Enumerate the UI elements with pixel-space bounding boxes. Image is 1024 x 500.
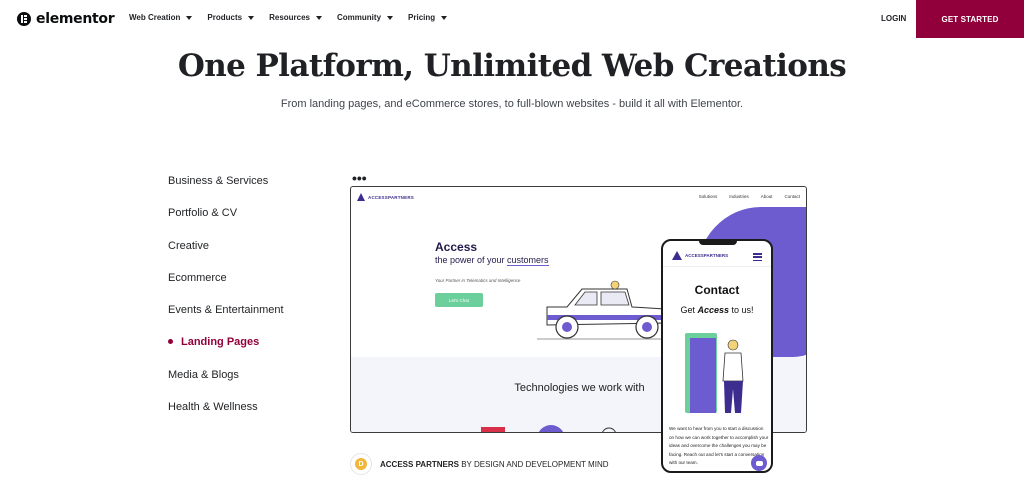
login-link[interactable]: LOGIN	[881, 14, 906, 23]
mobile-subtitle-emphasis: Access	[697, 305, 730, 315]
elementor-logo-icon	[17, 12, 31, 26]
hamburger-menu-icon	[753, 253, 762, 263]
designer-badge: D	[350, 453, 372, 475]
site-headline: Access	[435, 240, 478, 254]
chevron-down-icon	[248, 15, 255, 20]
site-nav-item: About	[760, 194, 773, 199]
credit-text: ACCESS PARTNERS BY DESIGN AND DEVELOPMEN…	[380, 460, 609, 469]
category-label: Media & Blogs	[168, 368, 239, 381]
mobile-title: Contact	[694, 283, 740, 297]
menu-pricing[interactable]: Pricing	[408, 13, 448, 22]
menu-label: Community	[337, 13, 382, 22]
menu-label: Products	[207, 13, 243, 22]
site-cta-button: Let's Chat	[435, 293, 483, 307]
site-logo: ACCESSPARTNERS	[357, 193, 414, 201]
truck-illustration-icon	[537, 280, 677, 340]
site-nav-item: Contact	[784, 194, 800, 199]
category-ecommerce[interactable]: Ecommerce	[168, 271, 284, 303]
category-health-wellness[interactable]: Health & Wellness	[168, 400, 284, 432]
menu-label: Resources	[269, 13, 311, 22]
page-subtitle: From landing pages, and eCommerce stores…	[280, 98, 744, 110]
subheadline-text: the power of your	[435, 255, 508, 265]
category-label: Ecommerce	[168, 271, 227, 284]
mobile-subtitle: Get Access to us!	[663, 305, 771, 315]
person-illustration-icon	[722, 339, 744, 413]
menu-products[interactable]: Products	[207, 13, 255, 22]
category-label: Health & Wellness	[168, 401, 258, 414]
menu-community[interactable]: Community	[337, 13, 394, 22]
category-landing-pages[interactable]: Landing Pages	[168, 335, 284, 367]
mobile-subtitle-text: to us!	[729, 305, 754, 315]
mobile-subtitle-text: Get	[680, 305, 698, 315]
chevron-down-icon	[316, 15, 323, 20]
active-dot-icon	[168, 339, 173, 345]
category-business-services[interactable]: Business & Services	[168, 174, 284, 206]
technologies-heading-text: Technologies we work with	[514, 382, 645, 394]
menu-label: Web Creation	[129, 13, 181, 22]
category-creative[interactable]: Creative	[168, 239, 284, 271]
chevron-down-icon	[186, 15, 193, 20]
category-list: Business & Services Portfolio & CV Creat…	[168, 174, 284, 432]
brand-name: elementor	[36, 11, 115, 27]
mobile-logo: ACCESSPARTNERS	[672, 251, 728, 260]
category-portfolio-cv[interactable]: Portfolio & CV	[168, 206, 284, 238]
site-logo-icon	[357, 193, 365, 201]
category-events-entertainment[interactable]: Events & Entertainment	[168, 303, 284, 335]
tech-logos-icon	[481, 425, 616, 432]
chat-bubble-icon[interactable]	[751, 455, 767, 471]
category-label: Landing Pages	[181, 336, 260, 349]
site-subheadline: the power of your customers	[435, 255, 549, 266]
menu-resources[interactable]: Resources	[269, 13, 323, 22]
mobile-logo-icon	[672, 251, 682, 260]
menu-label: Pricing	[408, 13, 436, 22]
credit-name: ACCESS PARTNERS	[380, 459, 459, 469]
site-nav-item: Solutions	[698, 194, 718, 199]
subheadline-highlight: customers	[507, 255, 549, 266]
template-credit: D ACCESS PARTNERS BY DESIGN AND DEVELOPM…	[350, 453, 609, 475]
elementor-logo[interactable]: elementor	[17, 11, 115, 27]
get-started-button[interactable]: GET STARTED	[916, 0, 1024, 38]
site-nav: Solutions Industries About Contact	[699, 194, 800, 199]
page-title: One Platform, Unlimited Web Creations	[177, 48, 847, 84]
category-label: Business & Services	[168, 175, 269, 187]
door-illustration-icon	[690, 338, 716, 413]
mobile-header: ACCESSPARTNERS	[663, 245, 771, 267]
site-logo-text: ACCESSPARTNERS	[368, 194, 414, 200]
site-tagline: Your Partner in Telematics and Intellige…	[435, 278, 521, 283]
category-label: Events & Entertainment	[168, 304, 284, 317]
designer-badge-icon: D	[355, 458, 367, 470]
browser-dots-icon: •••	[352, 170, 367, 186]
category-label: Creative	[168, 239, 209, 252]
chevron-down-icon	[387, 15, 394, 20]
credit-by: BY DESIGN AND DEVELOPMENT MIND	[458, 459, 609, 469]
category-media-blogs[interactable]: Media & Blogs	[168, 368, 284, 400]
main-menu: Web Creation Products Resources Communit…	[129, 13, 462, 22]
top-nav: elementor Web Creation Products Resource…	[0, 0, 1024, 38]
site-nav-item: Industries	[729, 194, 749, 199]
category-label: Portfolio & CV	[168, 207, 238, 220]
mobile-logo-text: ACCESSPARTNERS	[685, 253, 729, 258]
menu-web-creation[interactable]: Web Creation	[129, 13, 193, 22]
mobile-preview[interactable]: ACCESSPARTNERS Contact Get Access to us!…	[661, 239, 773, 473]
chevron-down-icon	[441, 15, 448, 20]
